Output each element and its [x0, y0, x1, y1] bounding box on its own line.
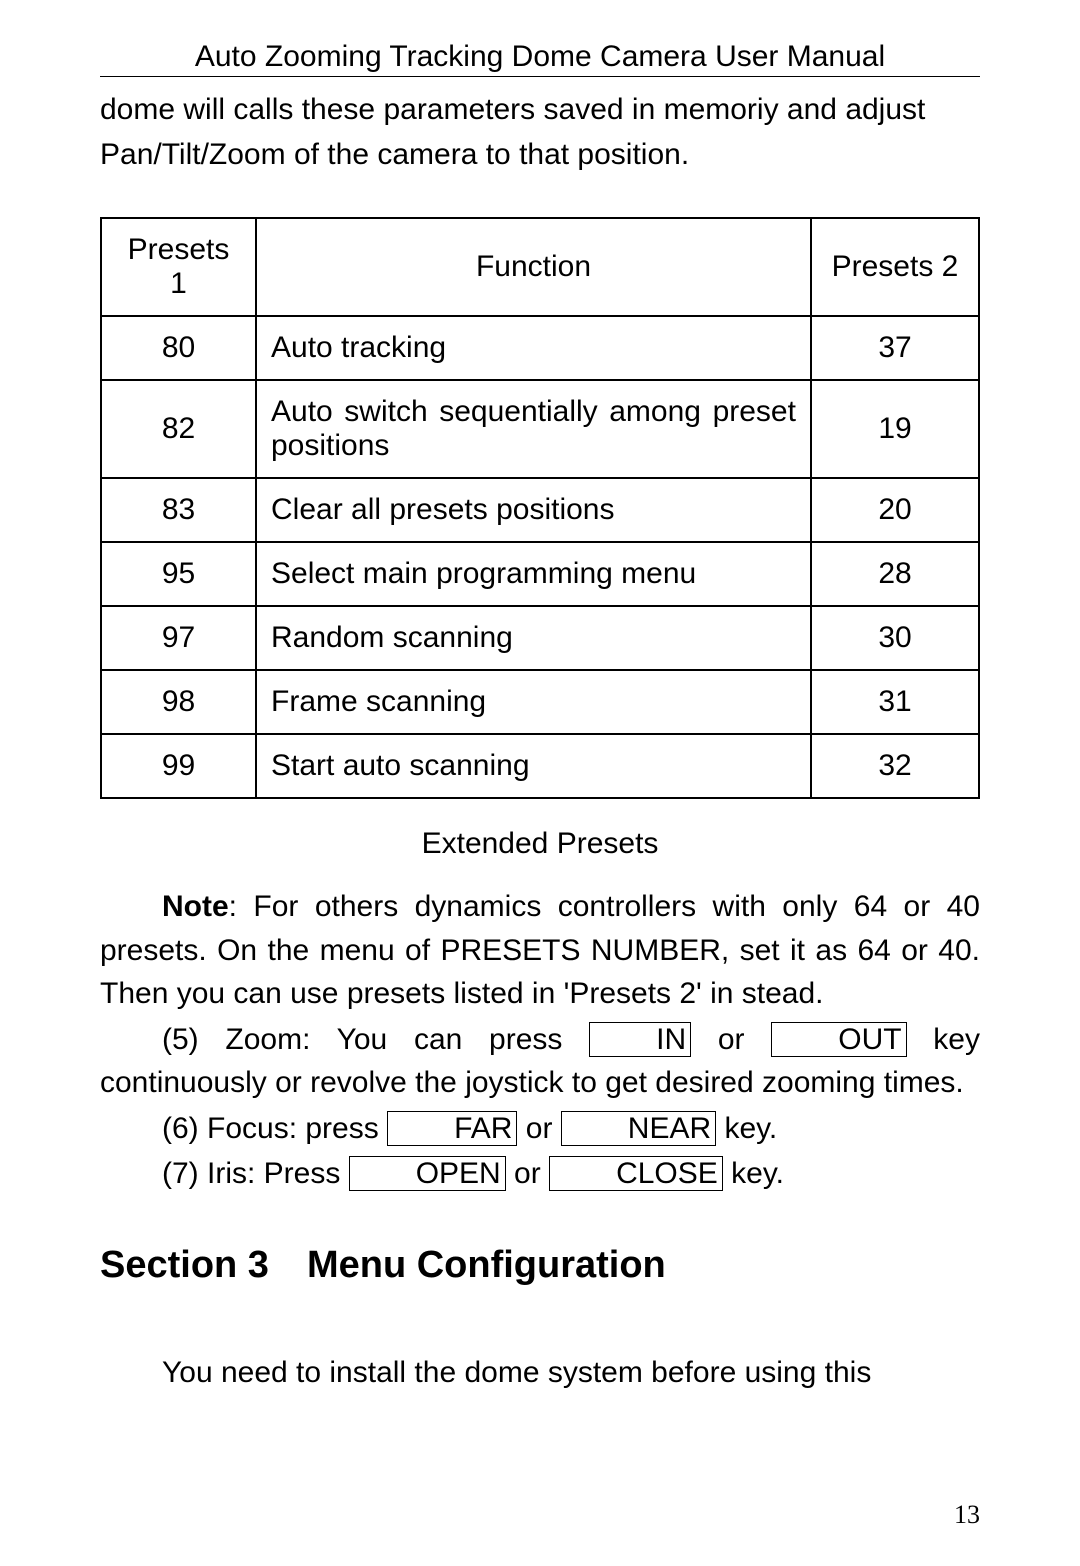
step-6: (6) Focus: press FAR or NEAR key.	[100, 1107, 980, 1151]
keycap-near: NEAR	[561, 1111, 716, 1146]
word: positions	[271, 429, 389, 463]
text: (6) Focus: press	[162, 1112, 387, 1145]
header-rule	[100, 76, 980, 77]
text: or	[506, 1157, 549, 1190]
cell-p2: 31	[811, 670, 979, 734]
cell-fn: Auto tracking	[256, 316, 811, 380]
th-presets-2: Presets 2	[811, 218, 979, 316]
cell-p1: 95	[101, 542, 256, 606]
keycap-out: OUT	[771, 1022, 906, 1057]
th-presets-1: Presets 1	[101, 218, 256, 316]
cell-p1: 98	[101, 670, 256, 734]
cell-fn: Start auto scanning	[256, 734, 811, 798]
word: preset	[713, 395, 796, 429]
keycap-far: FAR	[387, 1111, 517, 1146]
text: key.	[716, 1112, 777, 1145]
presets-table: Presets 1 Function Presets 2 80 Auto tra…	[100, 217, 980, 799]
word: switch	[344, 395, 427, 429]
cell-fn: Frame scanning	[256, 670, 811, 734]
table-row: 98 Frame scanning 31	[101, 670, 979, 734]
text: key.	[723, 1157, 784, 1190]
table-row: 82 Auto switch sequentially among preset…	[101, 380, 979, 478]
cell-fn: Auto switch sequentially among preset po…	[256, 380, 811, 478]
table-header-row: Presets 1 Function Presets 2	[101, 218, 979, 316]
th-function: Function	[256, 218, 811, 316]
note-paragraph: Note: For others dynamics controllers wi…	[100, 885, 980, 1016]
note-label: Note	[162, 890, 229, 923]
cell-p2: 28	[811, 542, 979, 606]
word: sequentially	[439, 395, 597, 429]
cell-p2: 30	[811, 606, 979, 670]
running-header: Auto Zooming Tracking Dome Camera User M…	[100, 40, 980, 74]
page: Auto Zooming Tracking Dome Camera User M…	[0, 0, 1080, 1566]
cell-fn: Clear all presets positions	[256, 478, 811, 542]
cell-fn: Random scanning	[256, 606, 811, 670]
step-7: (7) Iris: Press OPEN or CLOSE key.	[100, 1152, 980, 1196]
cell-p2: 37	[811, 316, 979, 380]
cell-p1: 99	[101, 734, 256, 798]
keycap-open: OPEN	[349, 1156, 506, 1191]
text: (5) Zoom: You can press	[162, 1023, 589, 1056]
note-text: : For others dynamics controllers with o…	[100, 890, 980, 1010]
table-row: 97 Random scanning 30	[101, 606, 979, 670]
cell-p2: 20	[811, 478, 979, 542]
table-row: 99 Start auto scanning 32	[101, 734, 979, 798]
table-row: 95 Select main programming menu 28	[101, 542, 979, 606]
step-5: (5) Zoom: You can press IN or OUT key co…	[100, 1018, 980, 1105]
cell-p1: 83	[101, 478, 256, 542]
cell-p1: 82	[101, 380, 256, 478]
text: or	[691, 1023, 771, 1056]
cell-fn: Select main programming menu	[256, 542, 811, 606]
cell-p1: 97	[101, 606, 256, 670]
table-row: 83 Clear all presets positions 20	[101, 478, 979, 542]
text: or	[517, 1112, 560, 1145]
keycap-in: IN	[589, 1022, 691, 1057]
text: (7) Iris: Press	[162, 1157, 349, 1190]
keycap-close: CLOSE	[549, 1156, 723, 1191]
section-3-heading: Section 3 Menu Configuration	[100, 1244, 980, 1287]
table-caption: Extended Presets	[100, 827, 980, 861]
table-row: 80 Auto tracking 37	[101, 316, 979, 380]
section-intro: You need to install the dome system befo…	[100, 1351, 980, 1395]
cell-p1: 80	[101, 316, 256, 380]
word: among	[609, 395, 701, 429]
cell-p2: 32	[811, 734, 979, 798]
intro-paragraph: dome will calls these parameters saved i…	[100, 87, 980, 177]
word: Auto	[271, 395, 333, 429]
page-number: 13	[954, 1500, 980, 1530]
cell-p2: 19	[811, 380, 979, 478]
